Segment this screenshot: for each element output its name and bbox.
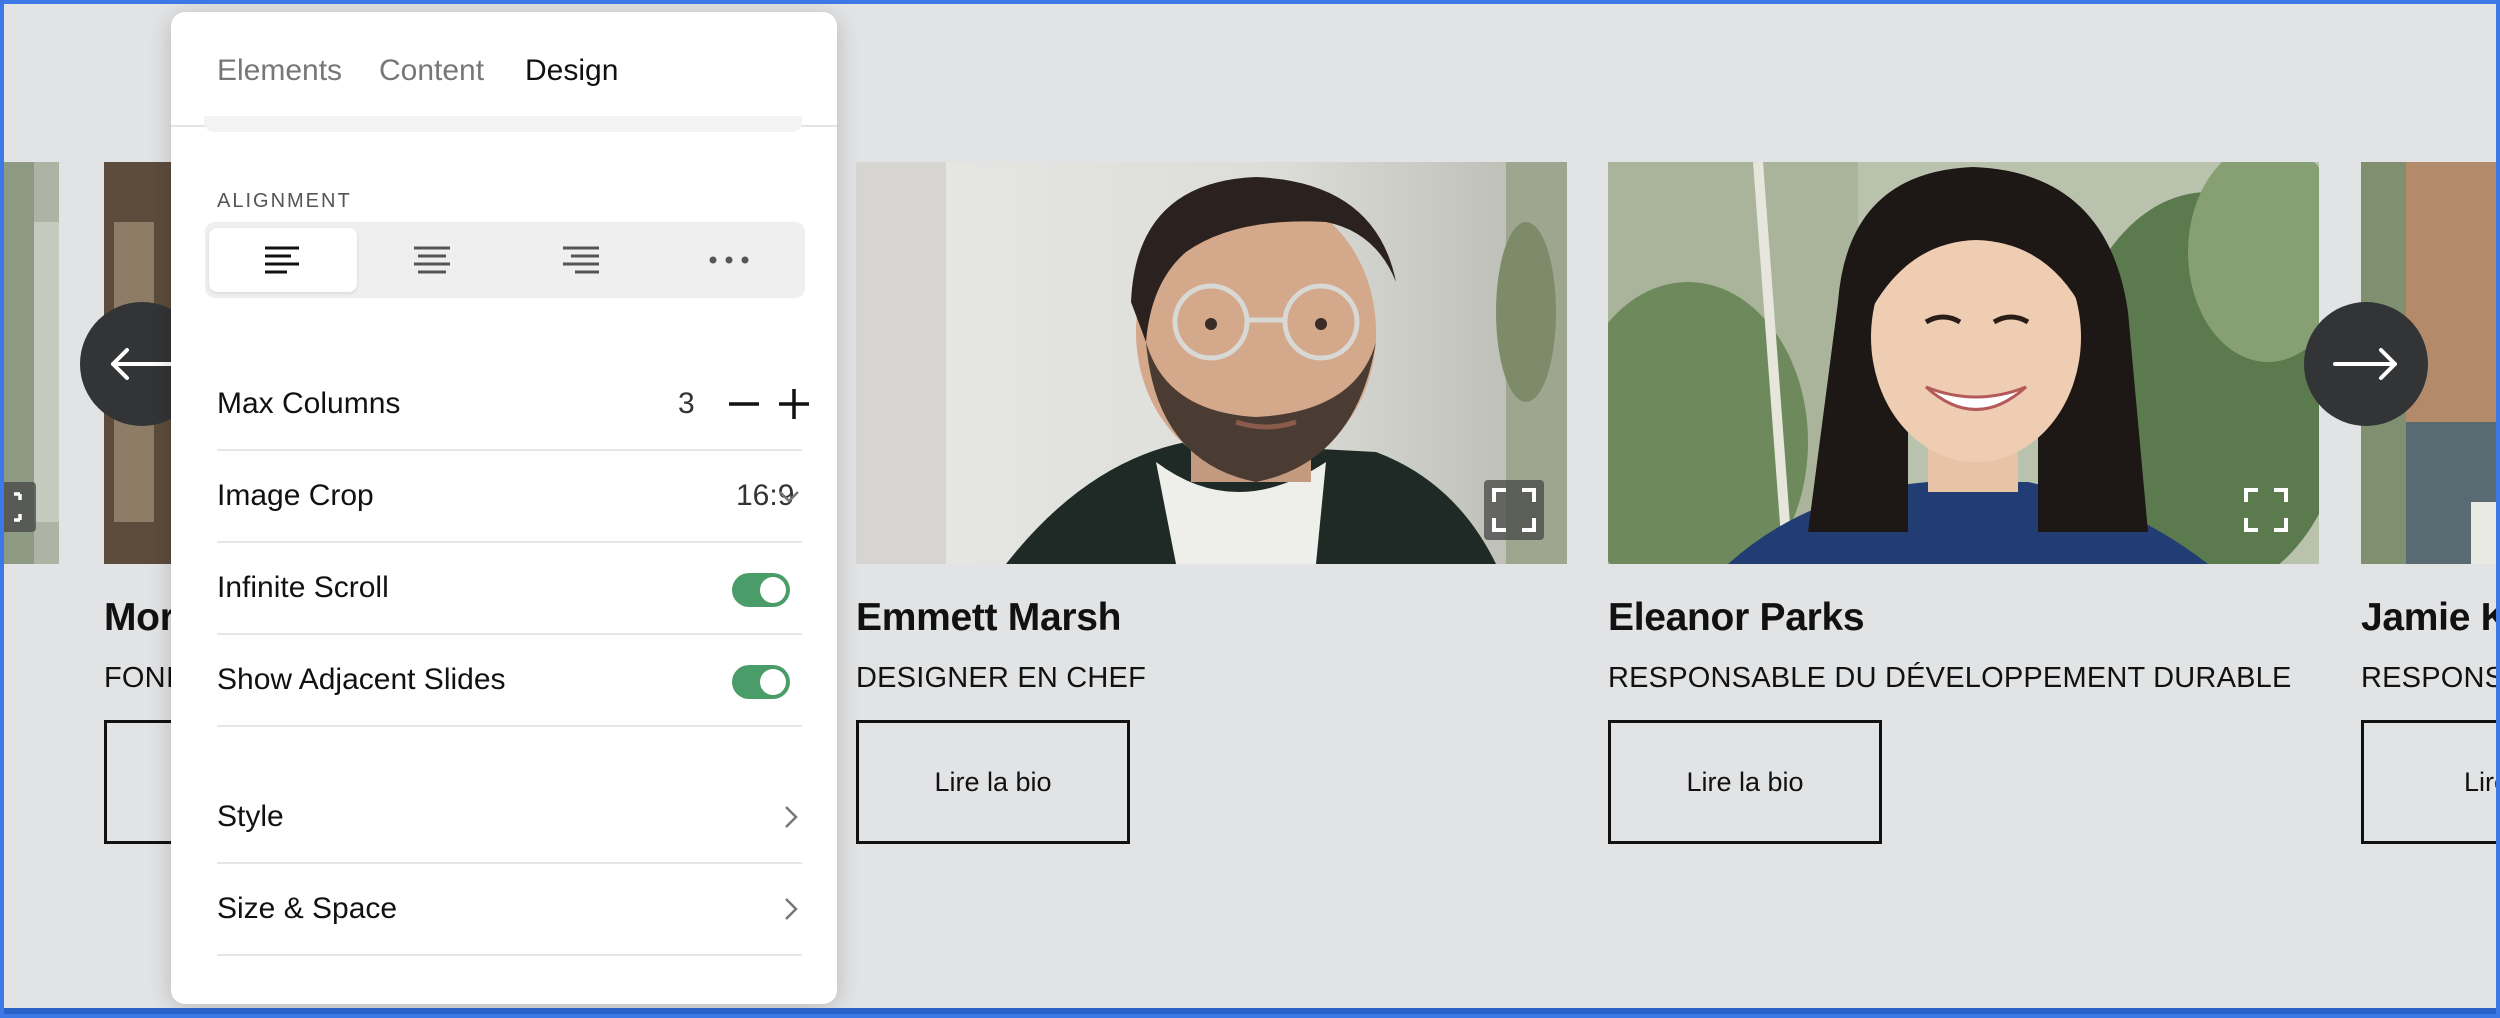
read-bio-button-eleanor[interactable]: Lire la bio bbox=[1608, 720, 1882, 844]
slide-photo-emmett bbox=[856, 162, 1567, 564]
read-bio-button-emmett[interactable]: Lire la bio bbox=[856, 720, 1130, 844]
chevron-right-icon bbox=[785, 806, 798, 828]
design-panel: Elements Content Design ALIGNMENT Max Co… bbox=[171, 12, 837, 1004]
size-space-label: Size & Space bbox=[217, 892, 398, 925]
slide-photo-eleanor bbox=[1608, 162, 2319, 564]
show-adjacent-toggle[interactable] bbox=[732, 665, 790, 699]
max-columns-label: Max Columns bbox=[217, 387, 401, 420]
tab-design[interactable]: Design bbox=[525, 54, 618, 88]
toggle-knob bbox=[760, 669, 786, 695]
expand-icon[interactable] bbox=[4, 482, 36, 532]
panel-tabs: Elements Content Design bbox=[171, 12, 837, 127]
slide-role-jamie: RESPONS bbox=[2361, 662, 2500, 694]
align-center-option[interactable] bbox=[358, 228, 506, 292]
tab-elements[interactable]: Elements bbox=[217, 54, 342, 88]
expand-icon[interactable] bbox=[1484, 480, 1544, 540]
arrow-right-icon bbox=[2333, 348, 2397, 380]
style-row[interactable]: Style bbox=[217, 772, 802, 864]
max-columns-row: Max Columns 3 bbox=[217, 359, 809, 451]
editor-canvas: Mor FONI Emmett Marsh DESIGNER EN CHEF L… bbox=[0, 0, 2500, 1018]
infinite-scroll-toggle[interactable] bbox=[732, 573, 790, 607]
arrow-left-icon bbox=[111, 348, 175, 380]
slide-role-0: FONI bbox=[104, 662, 175, 694]
size-space-row[interactable]: Size & Space bbox=[217, 864, 802, 956]
align-right-option[interactable] bbox=[507, 228, 655, 292]
show-adjacent-label: Show Adjacent Slides bbox=[217, 663, 506, 696]
align-center-icon bbox=[414, 246, 450, 274]
slide-role-emmett: DESIGNER EN CHEF bbox=[856, 662, 1147, 694]
max-columns-value: 3 bbox=[678, 387, 695, 420]
scrolled-section-edge bbox=[204, 116, 802, 132]
tab-content[interactable]: Content bbox=[379, 54, 484, 88]
more-alignment-option[interactable] bbox=[655, 228, 803, 292]
more-icon bbox=[709, 256, 749, 264]
slide-name-emmett: Emmett Marsh bbox=[856, 596, 1122, 639]
infinite-scroll-label: Infinite Scroll bbox=[217, 571, 389, 604]
read-bio-button-jamie[interactable]: Lire l bbox=[2361, 720, 2496, 844]
slide-name-jamie: Jamie K bbox=[2361, 596, 2500, 639]
alignment-label: ALIGNMENT bbox=[217, 190, 352, 212]
style-label: Style bbox=[217, 800, 284, 833]
frame-bottom-edge bbox=[4, 1008, 2496, 1014]
alignment-control bbox=[205, 222, 805, 298]
expand-icon[interactable] bbox=[2236, 480, 2296, 540]
show-adjacent-row: Show Adjacent Slides bbox=[217, 635, 802, 727]
align-left-icon bbox=[265, 246, 299, 274]
slide-role-eleanor: RESPONSABLE DU DÉVELOPPEMENT DURABLE bbox=[1608, 662, 2292, 694]
chevron-down-icon bbox=[779, 491, 799, 503]
align-right-icon bbox=[563, 246, 599, 274]
plus-icon[interactable] bbox=[777, 387, 811, 421]
next-slide-button[interactable] bbox=[2304, 302, 2428, 426]
toggle-knob bbox=[760, 577, 786, 603]
minus-icon[interactable] bbox=[727, 387, 761, 421]
image-crop-label: Image Crop bbox=[217, 479, 374, 512]
slide-photo-far-left bbox=[4, 162, 59, 564]
infinite-scroll-row: Infinite Scroll bbox=[217, 543, 802, 635]
align-left-option[interactable] bbox=[209, 228, 357, 292]
chevron-right-icon bbox=[785, 898, 798, 920]
slide-name-eleanor: Eleanor Parks bbox=[1608, 596, 1865, 639]
slide-name-0: Mor bbox=[104, 596, 175, 639]
image-crop-row[interactable]: Image Crop 16:9 bbox=[217, 451, 802, 543]
